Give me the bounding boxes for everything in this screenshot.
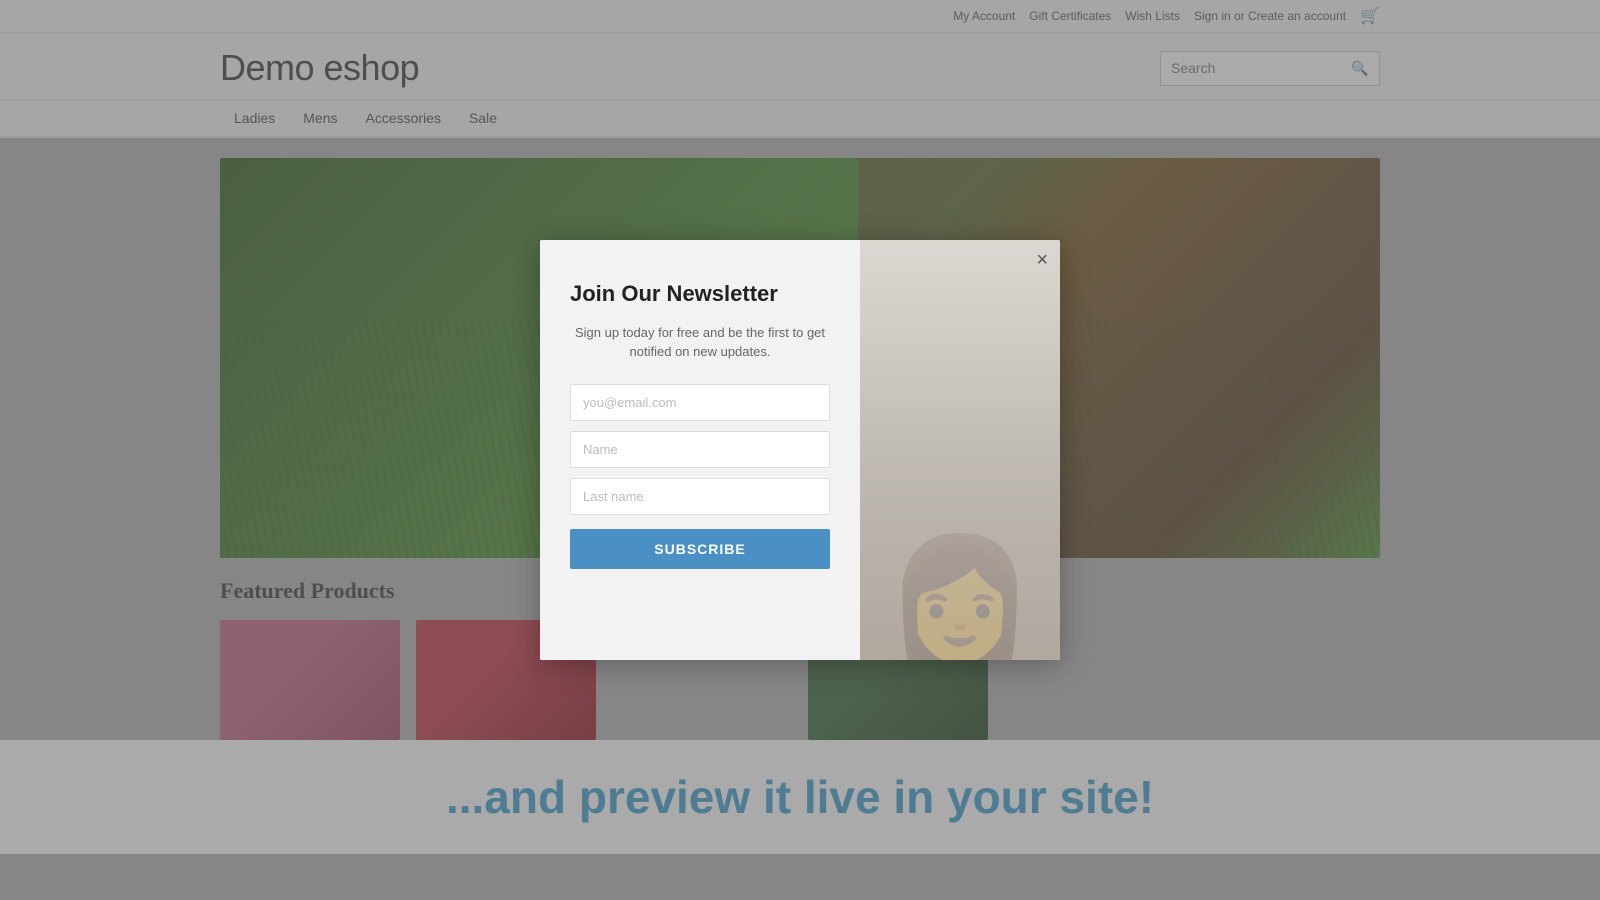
modal-description: Sign up today for free and be the first … (570, 323, 830, 362)
last-name-field[interactable] (570, 478, 830, 515)
newsletter-modal: × Join Our Newsletter Sign up today for … (540, 240, 1060, 660)
modal-image-panel (860, 240, 1060, 660)
modal-title: Join Our Newsletter (570, 280, 778, 309)
email-field[interactable] (570, 384, 830, 421)
subscribe-button[interactable]: Subscribe (570, 529, 830, 569)
modal-overlay[interactable]: × Join Our Newsletter Sign up today for … (0, 0, 1600, 900)
modal-left-panel: Join Our Newsletter Sign up today for fr… (540, 240, 860, 660)
name-field[interactable] (570, 431, 830, 468)
close-button[interactable]: × (1036, 250, 1048, 270)
modal-decorative-image (860, 240, 1060, 660)
